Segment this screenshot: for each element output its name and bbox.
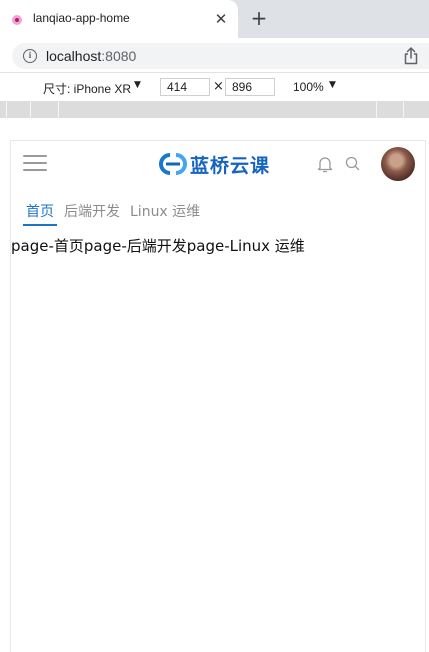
share-icon[interactable] [403,47,419,65]
brand-logo[interactable]: 蓝桥云课 [158,151,282,177]
chevron-down-icon[interactable]: ▼ [329,80,336,90]
tab-backend[interactable]: 后端开发 [64,201,120,221]
favicon-icon [12,15,22,25]
bell-icon[interactable] [317,155,333,173]
page-content: page-首页page-后端开发page-Linux 运维 [11,237,305,255]
device-select[interactable]: 尺寸: iPhone XR [43,80,131,97]
browser-tab-strip: lanqiao-app-home ✕ + [0,0,429,38]
height-input[interactable]: 896 [225,78,275,96]
browser-tab[interactable]: lanqiao-app-home ✕ [0,0,238,38]
chevron-down-icon[interactable]: ▼ [134,80,141,90]
new-tab-icon[interactable]: + [249,8,269,28]
url-input[interactable]: i localhost:8080 [12,43,429,69]
tab-home[interactable]: 首页 [26,201,54,221]
search-icon[interactable] [345,156,360,171]
ruler-tick [403,101,404,118]
dimension-separator: × [213,79,224,94]
width-input[interactable]: 414 [160,78,210,96]
ruler-tick [58,101,59,118]
tab-title: lanqiao-app-home [33,11,130,25]
ruler-tick [376,101,377,118]
menu-icon[interactable] [23,155,47,171]
avatar[interactable] [381,147,415,181]
active-tab-indicator [23,224,57,226]
url-text: localhost:8080 [46,48,136,64]
ruler-tick [6,101,7,118]
url-host: localhost [46,48,102,64]
tab-linux[interactable]: Linux 运维 [130,201,200,221]
close-tab-icon[interactable]: ✕ [211,9,231,29]
logo-icon [159,153,187,175]
category-tabs: 首页 后端开发 Linux 运维 [11,201,427,227]
ruler-tick [30,101,31,118]
media-query-ruler [0,101,429,118]
url-port: :8080 [101,48,137,64]
address-bar: i localhost:8080 [0,38,429,73]
info-icon[interactable]: i [23,49,37,63]
device-frame: 蓝桥云课 首页 后端开发 Linux 运维 page-首页page-后端开发pa… [10,140,426,652]
brand-name: 蓝桥云课 [190,155,271,177]
zoom-select[interactable]: 100% [293,80,324,94]
